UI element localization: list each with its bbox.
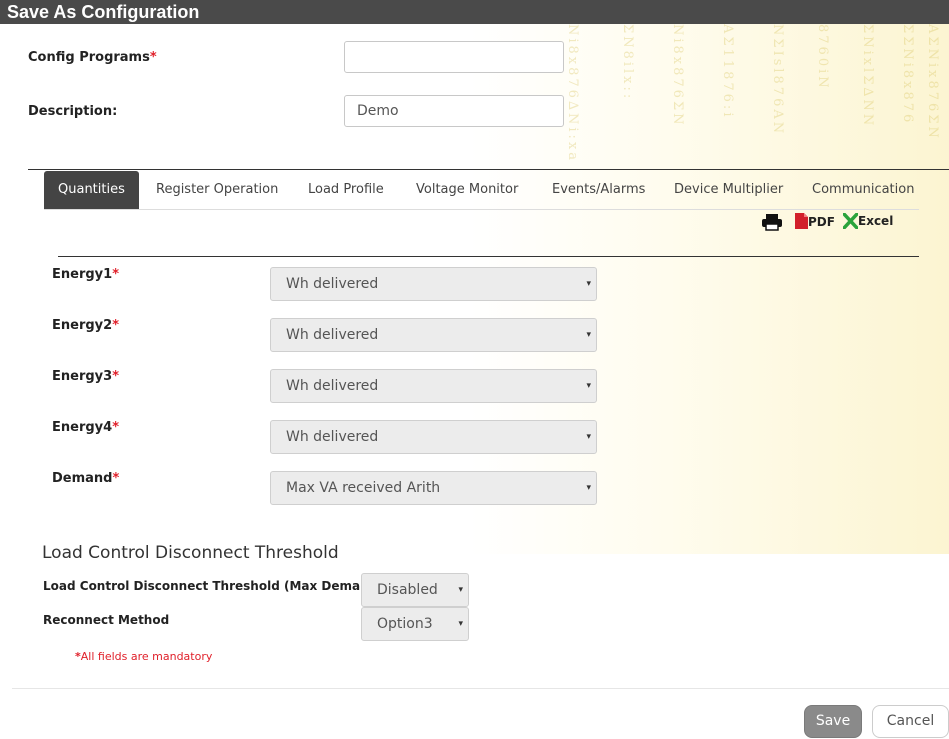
description-label: Description: <box>28 104 118 119</box>
mandatory-note: *All fields are mandatory <box>75 650 212 663</box>
tab-register-operation[interactable]: Register Operation <box>156 171 278 209</box>
demand-label-text: Demand <box>52 471 113 486</box>
chevron-down-icon: ▾ <box>586 483 591 493</box>
reconnect-value: Option3 <box>377 616 433 632</box>
pdf-icon <box>795 213 808 229</box>
demand-value: Max VA received Arith <box>286 480 441 496</box>
chevron-down-icon: ▾ <box>458 619 463 629</box>
description-input[interactable]: Demo <box>344 95 564 127</box>
threshold-select[interactable]: Disabled ▾ <box>361 573 469 607</box>
energy3-label: Energy3* <box>52 369 119 384</box>
printer-icon <box>762 214 782 231</box>
dialog-title: Save As Configuration <box>0 0 949 24</box>
energy2-select[interactable]: Wh delivered ▾ <box>270 318 597 352</box>
energy1-label: Energy1* <box>52 267 119 282</box>
tab-load-profile[interactable]: Load Profile <box>308 171 384 209</box>
print-button[interactable] <box>761 213 783 233</box>
energy1-value: Wh delivered <box>286 276 379 292</box>
energy4-label: Energy4* <box>52 420 119 435</box>
energy4-label-text: Energy4 <box>52 420 113 435</box>
tab-underline <box>44 209 919 210</box>
chevron-down-icon: ▾ <box>586 330 591 340</box>
tab-device-multiplier[interactable]: Device Multiplier <box>674 171 783 209</box>
required-marker: * <box>112 267 120 282</box>
pdf-export-button[interactable]: PDF <box>795 213 835 233</box>
threshold-value: Disabled <box>377 582 438 598</box>
config-programs-label: Config Programs* <box>28 50 157 65</box>
mandatory-note-text: All fields are mandatory <box>80 650 213 663</box>
threshold-label: Load Control Disconnect Threshold (Max D… <box>43 579 383 593</box>
section-divider <box>58 256 919 257</box>
reconnect-select[interactable]: Option3 ▾ <box>361 607 469 641</box>
excel-x-icon <box>842 212 859 230</box>
required-marker: * <box>112 318 120 333</box>
tab-voltage-monitor[interactable]: Voltage Monitor <box>416 171 518 209</box>
chevron-down-icon: ▾ <box>586 381 591 391</box>
energy1-label-text: Energy1 <box>52 267 113 282</box>
demand-label: Demand* <box>52 471 119 486</box>
energy2-label-text: Energy2 <box>52 318 113 333</box>
reconnect-label: Reconnect Method <box>43 613 170 627</box>
required-marker: * <box>149 50 157 65</box>
chevron-down-icon: ▾ <box>586 279 591 289</box>
excel-label: Excel <box>858 214 894 228</box>
energy3-label-text: Energy3 <box>52 369 113 384</box>
tab-quantities[interactable]: Quantities <box>44 171 139 209</box>
energy3-select[interactable]: Wh delivered ▾ <box>270 369 597 403</box>
save-button[interactable]: Save <box>804 705 862 738</box>
config-programs-label-text: Config Programs <box>28 50 150 65</box>
energy3-value: Wh delivered <box>286 378 379 394</box>
energy1-select[interactable]: Wh delivered ▾ <box>270 267 597 301</box>
divider <box>28 169 949 170</box>
cancel-button[interactable]: Cancel <box>872 705 949 738</box>
required-marker: * <box>112 369 120 384</box>
tab-events-alarms[interactable]: Events/Alarms <box>552 171 645 209</box>
required-marker: * <box>112 471 120 486</box>
energy4-value: Wh delivered <box>286 429 379 445</box>
excel-export-button[interactable]: Excel <box>842 212 894 233</box>
energy4-select[interactable]: Wh delivered ▾ <box>270 420 597 454</box>
energy2-label: Energy2* <box>52 318 119 333</box>
pdf-label: PDF <box>808 215 835 229</box>
footer-divider <box>12 688 949 689</box>
config-programs-input[interactable] <box>344 41 564 73</box>
chevron-down-icon: ▾ <box>586 432 591 442</box>
demand-select[interactable]: Max VA received Arith ▾ <box>270 471 597 505</box>
chevron-down-icon: ▾ <box>458 585 463 595</box>
tab-communication[interactable]: Communication <box>812 171 914 209</box>
required-marker: * <box>112 420 120 435</box>
load-control-section-title: Load Control Disconnect Threshold <box>42 543 339 563</box>
energy2-value: Wh delivered <box>286 327 379 343</box>
